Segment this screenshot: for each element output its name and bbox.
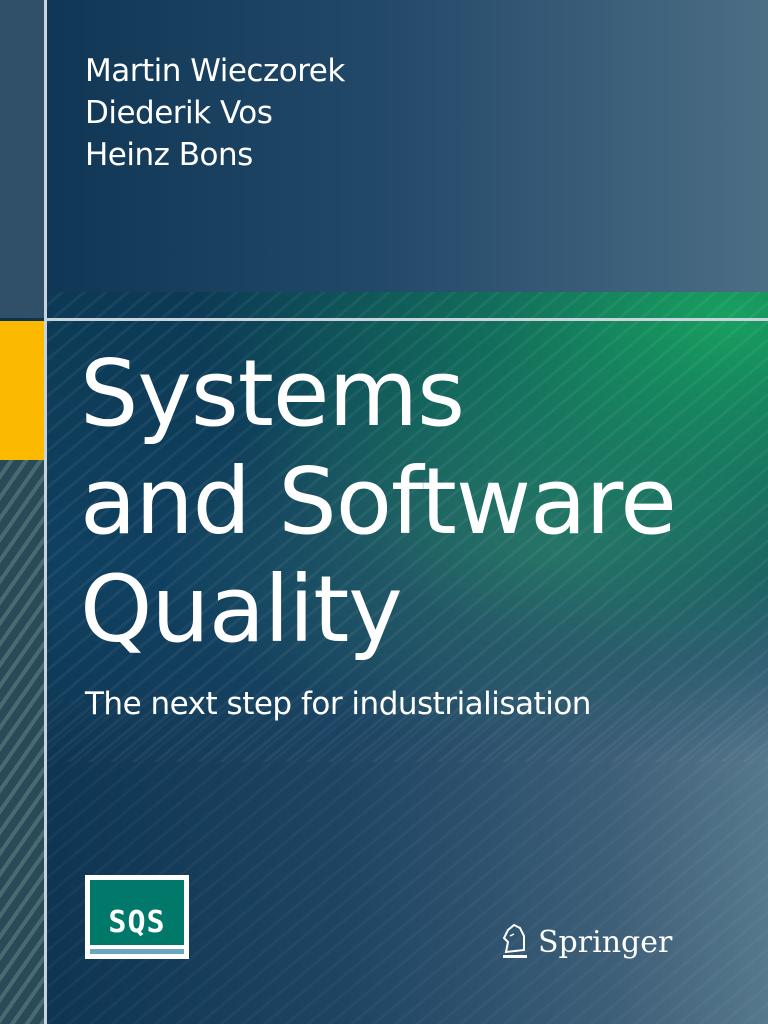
title-line: Systems bbox=[80, 340, 465, 447]
sqs-logo-text: SQS bbox=[108, 905, 166, 940]
springer-logo: Springer bbox=[500, 922, 672, 962]
cover-lower-background bbox=[46, 700, 768, 1024]
title-line: and Software bbox=[80, 448, 677, 555]
author-name: Diederik Vos bbox=[85, 95, 273, 131]
book-title: Systems and Software Quality bbox=[80, 340, 677, 664]
author-name: Martin Wieczorek bbox=[85, 53, 345, 89]
author-name: Heinz Bons bbox=[85, 137, 253, 173]
book-subtitle: The next step for industrialisation bbox=[85, 686, 591, 722]
left-strip-pattern bbox=[0, 460, 44, 1024]
vertical-divider bbox=[44, 0, 47, 1024]
springer-logo-text: Springer bbox=[538, 924, 673, 960]
sqs-logo: SQS bbox=[85, 875, 189, 959]
accent-yellow-block bbox=[0, 321, 44, 460]
author-list: Martin Wieczorek Diederik Vos Heinz Bons bbox=[85, 50, 345, 176]
horizontal-divider bbox=[44, 318, 768, 321]
title-line: Quality bbox=[80, 556, 403, 663]
left-strip-top bbox=[0, 0, 44, 318]
knight-horse-icon bbox=[502, 923, 527, 958]
